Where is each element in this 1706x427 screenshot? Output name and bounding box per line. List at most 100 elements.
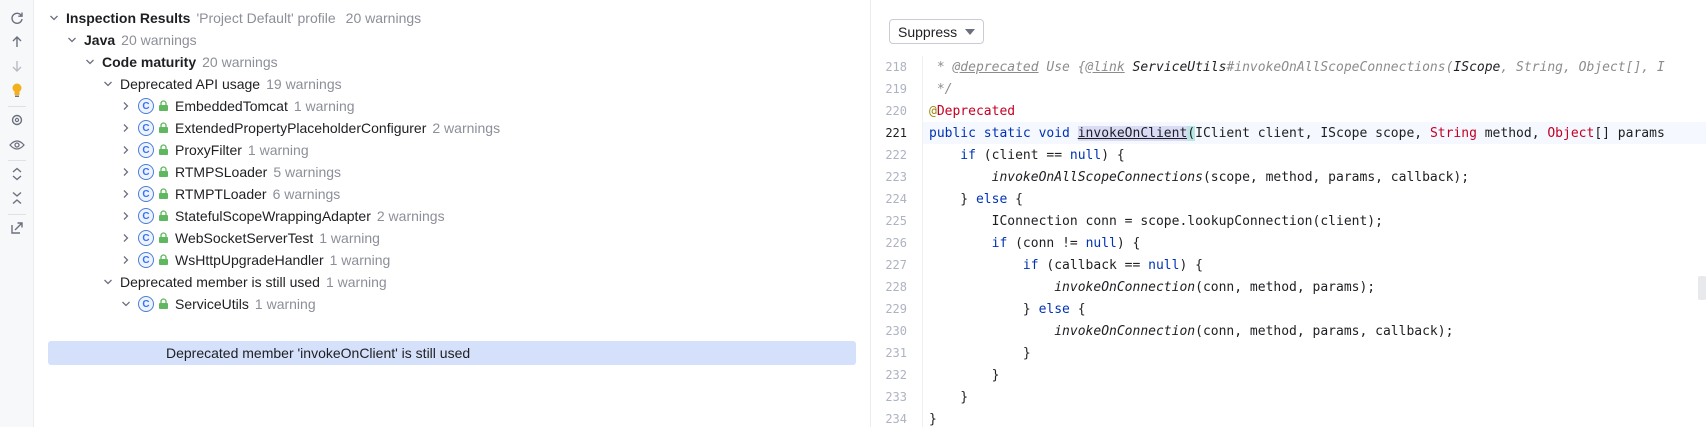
line-number: 226 [885, 236, 907, 250]
line-number: 218 [885, 60, 907, 74]
line-number: 234 [885, 412, 907, 426]
chevron-right-icon[interactable] [118, 120, 134, 136]
node-label: Deprecated member 'invokeOnClient' is st… [166, 345, 471, 361]
chevron-right-icon[interactable] [118, 98, 134, 114]
chevron-down-icon[interactable] [46, 10, 62, 26]
code-line: } [929, 411, 937, 427]
lightbulb-icon[interactable] [7, 80, 27, 100]
tree-node-inspection-results[interactable]: Inspection Results 'Project Default' pro… [35, 6, 869, 30]
tree-node-problem-selected[interactable]: Deprecated member 'invokeOnClient' is st… [48, 341, 856, 365]
class-icon: C [138, 208, 154, 224]
tree-node-class[interactable]: C ExtendedPropertyPlaceholderConfigurer … [35, 116, 869, 140]
warning-count: 20 warnings [121, 32, 197, 48]
chevron-right-icon[interactable] [118, 230, 134, 246]
code-line: } else { [929, 191, 1023, 207]
node-label: EmbeddedTomcat [175, 98, 288, 114]
export-icon[interactable] [7, 218, 27, 238]
chevron-down-icon[interactable] [82, 54, 98, 70]
line-number: 225 [885, 214, 907, 228]
settings-icon[interactable] [7, 110, 27, 130]
rerun-icon[interactable] [7, 8, 27, 28]
node-label: RTMPTLoader [175, 186, 267, 202]
chevron-right-icon[interactable] [118, 142, 134, 158]
line-number: 220 [885, 104, 907, 118]
tree-node-deprecated-api-usage[interactable]: Deprecated API usage 19 warnings [35, 72, 869, 96]
tree-node-java[interactable]: Java 20 warnings [35, 28, 869, 52]
inspection-results-tree: Inspection Results 'Project Default' pro… [35, 0, 869, 427]
lock-icon [158, 254, 169, 266]
node-label: ProxyFilter [175, 142, 242, 158]
chevron-down-icon[interactable] [100, 274, 116, 290]
lock-icon [158, 166, 169, 178]
lock-icon [158, 100, 169, 112]
class-icon: C [138, 98, 154, 114]
code-line: invokeOnConnection(conn, method, params)… [1054, 279, 1376, 295]
chevron-right-icon[interactable] [118, 208, 134, 224]
chevron-right-icon[interactable] [118, 252, 134, 268]
tree-node-class[interactable]: C RTMPTLoader 6 warnings [35, 182, 869, 206]
tree-node-class[interactable]: C StatefulScopeWrappingAdapter 2 warning… [35, 204, 869, 228]
tree-node-class[interactable]: C ProxyFilter 1 warning [35, 138, 869, 162]
line-number: 223 [885, 170, 907, 184]
line-number: 224 [885, 192, 907, 206]
tree-node-service-utils[interactable]: C ServiceUtils 1 warning [35, 292, 869, 316]
code-line: if (callback == null) { [929, 257, 1203, 273]
suppress-dropdown[interactable]: Suppress [889, 19, 985, 44]
node-label: Deprecated member is still used [120, 274, 320, 290]
profile-label: 'Project Default' profile [196, 10, 336, 26]
tree-node-class[interactable]: C WsHttpUpgradeHandler 1 warning [35, 248, 869, 272]
code-line: IConnection conn = scope.lookupConnectio… [929, 213, 1383, 229]
warning-count: 19 warnings [266, 76, 342, 92]
code-line: } [929, 389, 969, 405]
tree-node-deprecated-member[interactable]: Deprecated member is still used 1 warnin… [35, 270, 869, 294]
class-icon: C [138, 186, 154, 202]
class-icon: C [138, 120, 154, 136]
chevron-down-icon[interactable] [64, 32, 80, 48]
code-line: invokeOnAllScopeConnections(scope, metho… [991, 169, 1470, 185]
line-number: 219 [885, 82, 907, 96]
tree-node-class[interactable]: C EmbeddedTomcat 1 warning [35, 94, 869, 118]
tree-node-code-maturity[interactable]: Code maturity 20 warnings [35, 50, 869, 74]
warning-count: 5 warnings [273, 164, 342, 180]
lock-icon [158, 232, 169, 244]
node-label: StatefulScopeWrappingAdapter [175, 208, 371, 224]
lock-icon [158, 122, 169, 134]
warning-count: 1 warning [325, 274, 387, 290]
node-label: Inspection Results [66, 10, 191, 26]
line-number-gutter: 218 219 220 221 222 223 224 225 226 227 … [871, 56, 923, 427]
code-line: if (client == null) { [929, 147, 1125, 163]
chevron-right-icon[interactable] [118, 164, 134, 180]
suppress-label: Suppress [898, 23, 958, 40]
tree-node-class[interactable]: C RTMPSLoader 5 warnings [35, 160, 869, 184]
editor-header: Suppress [871, 0, 1706, 60]
node-label: RTMPSLoader [175, 164, 268, 180]
eye-icon[interactable] [7, 135, 27, 155]
code-preview-editor: Suppress 218 219 220 221 222 223 224 225… [870, 0, 1706, 427]
lock-icon [158, 298, 169, 310]
code-area[interactable]: * @deprecated Use {@link ServiceUtils#in… [923, 56, 1706, 427]
code-line: } [929, 367, 1000, 383]
class-icon: C [138, 296, 154, 312]
line-number: 231 [885, 346, 907, 360]
highlighted-symbol: invokeOnClient [1077, 125, 1188, 141]
down-arrow-icon[interactable] [7, 56, 27, 76]
collapse-all-icon[interactable] [7, 188, 27, 208]
code-line: invokeOnConnection(conn, method, params,… [1054, 323, 1454, 339]
node-label: WebSocketServerTest [175, 230, 314, 246]
expand-all-icon[interactable] [7, 164, 27, 184]
node-label: Deprecated API usage [120, 76, 261, 92]
class-icon: C [138, 164, 154, 180]
chevron-down-icon[interactable] [118, 296, 134, 312]
toolbar-separator [8, 106, 26, 107]
warning-count: 2 warnings [432, 120, 501, 136]
tree-node-class[interactable]: C WebSocketServerTest 1 warning [35, 226, 869, 250]
class-icon: C [138, 230, 154, 246]
chevron-right-icon[interactable] [118, 186, 134, 202]
node-label: Java [84, 32, 116, 48]
up-arrow-icon[interactable] [7, 32, 27, 52]
editor-scrollbar-thumb[interactable] [1698, 276, 1706, 300]
warning-count: 1 warning [247, 142, 309, 158]
warning-count: 20 warnings [345, 10, 422, 26]
chevron-down-icon[interactable] [100, 76, 116, 92]
class-icon: C [138, 252, 154, 268]
